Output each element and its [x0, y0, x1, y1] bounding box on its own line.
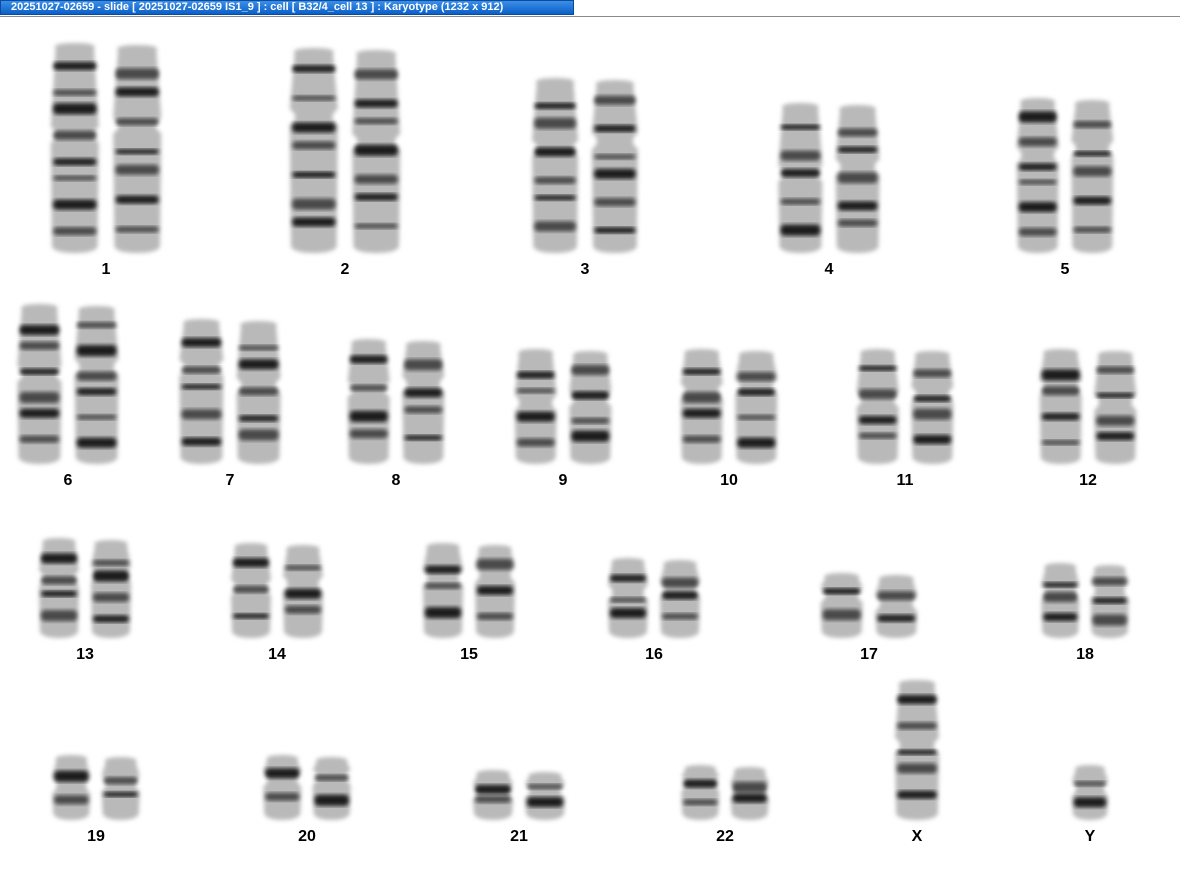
window-title-tab[interactable]: 20251027-02659 - slide [ 20251027-02659 … — [0, 0, 574, 15]
chromosome-label: Y — [1084, 828, 1096, 845]
chromosome — [1072, 765, 1108, 820]
karyotype-canvas: 1 2 3 4 5 6 7 8 9 10 11 12 13 14 15 16 17 18 19 20 21 22 X Y — [0, 17, 1180, 878]
window-title: 20251027-02659 - slide [ 20251027-02659 … — [11, 1, 504, 13]
chromosome-images — [1072, 765, 1108, 820]
title-bar: 20251027-02659 - slide [ 20251027-02659 … — [0, 0, 1180, 17]
